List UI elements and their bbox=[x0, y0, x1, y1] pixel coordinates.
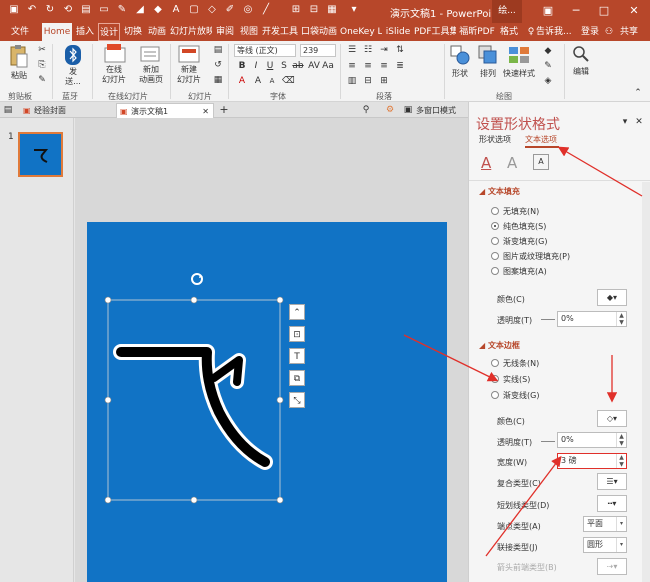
annotation-arrow bbox=[403, 334, 499, 382]
annotation-arrow bbox=[557, 146, 643, 197]
annotation-arrows bbox=[403, 146, 643, 557]
annotation-arrow bbox=[485, 455, 562, 557]
